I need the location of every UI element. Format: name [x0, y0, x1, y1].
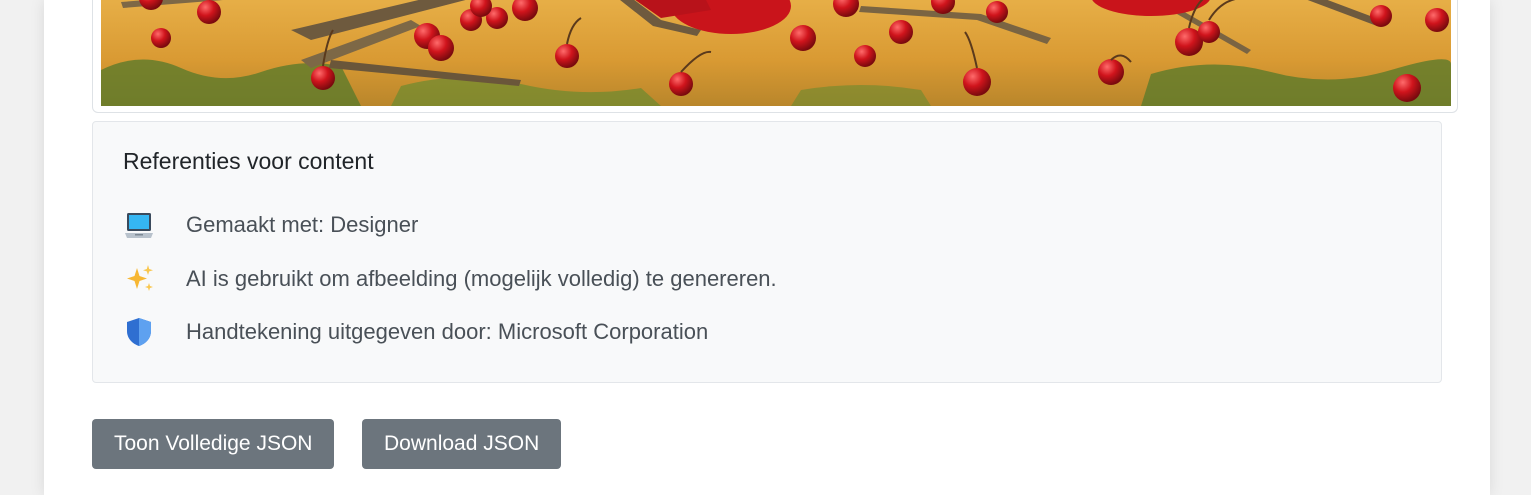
credit-item-text: Gemaakt met: Designer	[186, 212, 419, 237]
shield-icon	[123, 314, 163, 350]
credits-title: Referenties voor content	[123, 148, 374, 174]
page-card: Referenties voor content Gemaakt met: De…	[44, 0, 1490, 495]
content-credentials-panel: Referenties voor content Gemaakt met: De…	[92, 121, 1442, 383]
sparkles-icon	[123, 261, 163, 297]
credit-item-text: AI is gebruikt om afbeelding (mogelijk v…	[186, 266, 777, 291]
download-json-button[interactable]: Download JSON	[362, 419, 562, 469]
generated-image	[101, 0, 1451, 106]
credit-item-ai-used: AI is gebruikt om afbeelding (mogelijk v…	[123, 261, 777, 297]
show-full-json-button[interactable]: Toon Volledige JSON	[92, 419, 335, 469]
image-preview	[92, 0, 1458, 113]
credit-item-signature: Handtekening uitgegeven door: Microsoft …	[123, 314, 708, 350]
credit-item-created-with: Gemaakt met: Designer	[123, 207, 418, 243]
laptop-icon	[123, 207, 163, 243]
credit-item-text: Handtekening uitgegeven door: Microsoft …	[186, 319, 709, 344]
